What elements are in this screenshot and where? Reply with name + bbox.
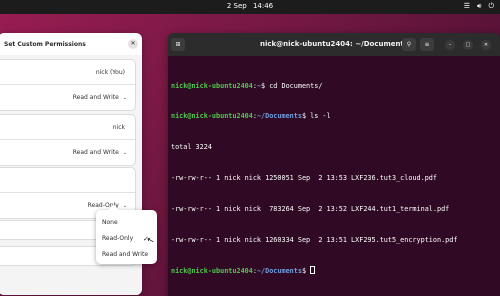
others-access-select[interactable]: Read-Only ⌄ [88,202,127,209]
close-button[interactable]: ✕ [128,39,138,49]
terminal-line: -rw-rw-r-- 1 nick nick 783264 Sep 2 13:5… [171,205,450,214]
maximize-icon: □ [465,42,471,48]
terminal-line: -rw-rw-r-- 1 nick nick 1250051 Sep 2 13:… [171,174,437,183]
close-icon: ✕ [483,42,489,48]
volume-icon: 🔊︎ [477,2,482,10]
group-row: nick [0,115,135,140]
owner-card: nick (You) Read and Write ⌄ [0,59,136,111]
menu-item-label: Read-Only [102,235,134,242]
terminal-line: nick@nick-ubuntu2404:~$ cd Documents/ [171,81,323,90]
terminal-line: -rw-rw-r-- 1 nick nick 1260334 Sep 2 13:… [171,236,458,245]
terminal-line: nick@nick-ubuntu2404:~/Documents$ ls -l [171,112,331,121]
group-access-select[interactable]: Read and Write ⌄ [73,149,127,156]
minimize-button[interactable]: – [445,40,455,50]
clock-date: 2 Sep [226,2,247,10]
group-card: nick Read and Write ⌄ [0,114,136,166]
terminal-line: total 3224 [171,143,212,152]
clock[interactable]: 2 Sep 14:46 [0,2,500,10]
terminal-window[interactable]: ⊞ nick@nick-ubuntu2404: ~/Documents ⚲ ≡ … [168,33,500,296]
close-icon: ✕ [130,40,136,47]
prompt-path: ~/Documents [256,112,302,121]
group-access-value: Read and Write [72,149,119,156]
menu-item-none[interactable]: None [96,215,157,231]
hamburger-menu-icon: ≡ [424,41,430,48]
prompt-user: nick@nick-ubuntu2404 [171,266,253,275]
chevron-down-icon: ⌄ [122,95,127,101]
text-cursor [310,265,316,274]
minimize-icon: – [448,42,452,48]
power-icon: ⏻ [488,2,494,10]
top-bar: 2 Sep 14:46 ☰ 🔊︎ ⏻ [0,0,500,14]
network-icon: ☰ [463,2,471,10]
group-name: nick [112,124,125,131]
group-access-row[interactable]: Read and Write ⌄ [0,140,135,165]
prompt-user: nick@nick-ubuntu2404 [171,81,253,90]
menu-item-label: None [102,219,118,226]
menu-item-label: Read and Write [102,251,149,258]
dialog-title: Set Custom Permissions [4,41,86,48]
menu-item-read-and-write[interactable]: Read and Write [96,247,157,263]
prompt-user: nick@nick-ubuntu2404 [171,112,253,121]
close-button[interactable]: ✕ [481,40,491,50]
owner-name: nick (You) [95,69,125,76]
prompt-path: ~/Documents [256,266,302,275]
command-text: ls -l [310,112,331,121]
prompt-path: ~ [256,81,262,90]
terminal-header-bar[interactable]: ⊞ nick@nick-ubuntu2404: ~/Documents ⚲ ≡ … [168,33,500,56]
system-tray[interactable]: ☰ 🔊︎ ⏻ [464,2,494,11]
terminal-line: nick@nick-ubuntu2404:~/Documents$ [171,265,497,276]
others-row [0,168,135,193]
chevron-down-icon: ⌄ [122,203,127,209]
menu-button[interactable]: ≡ [420,38,434,51]
terminal-output[interactable]: nick@nick-ubuntu2404:~$ cd Documents/ ni… [171,60,497,296]
chevron-down-icon: ⌄ [122,150,127,156]
command-text: cd Documents/ [269,81,323,90]
owner-row: nick (You) [0,60,135,85]
clock-time: 14:46 [252,2,274,10]
search-icon: ⚲ [406,41,412,48]
maximize-button[interactable]: □ [463,40,473,50]
owner-access-value: Read and Write [72,94,119,101]
owner-access-select[interactable]: Read and Write ⌄ [73,94,127,101]
owner-access-row[interactable]: Read and Write ⌄ [0,85,135,110]
search-button[interactable]: ⚲ [402,38,416,51]
